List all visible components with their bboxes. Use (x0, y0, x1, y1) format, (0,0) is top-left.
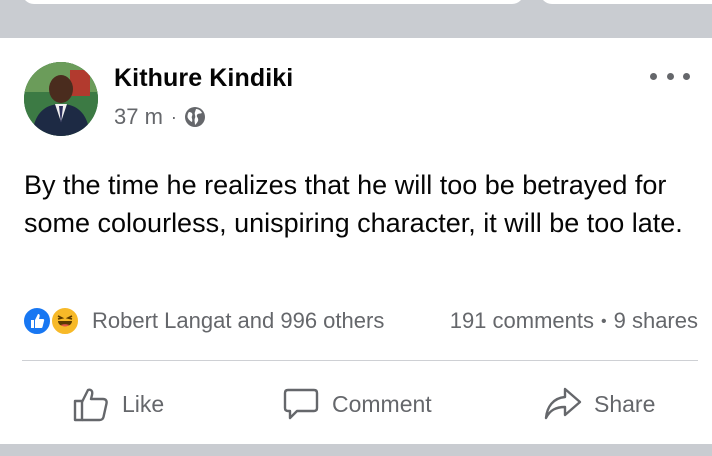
more-dot-icon (666, 72, 674, 80)
engagement-counts: 191 comments • 9 shares (450, 308, 698, 334)
engagement-bar: Robert Langat and 996 others 191 comment… (22, 302, 698, 338)
avatar[interactable] (24, 62, 98, 136)
like-reaction-icon (22, 306, 52, 336)
globe-icon[interactable] (184, 106, 206, 128)
counts-separator: • (601, 313, 607, 330)
share-label: Share (594, 390, 656, 417)
comment-label: Comment (332, 390, 432, 417)
like-label: Like (122, 390, 165, 417)
post-meta: 37 m · (114, 104, 206, 130)
author-name[interactable]: Kithure Kindiki (114, 64, 293, 93)
divider (22, 360, 698, 361)
reactors-summary[interactable]: Robert Langat and 996 others (92, 308, 384, 334)
share-arrow-icon (544, 387, 582, 420)
comments-count[interactable]: 191 comments (450, 308, 594, 333)
post-text: By the time he realizes that he will too… (24, 170, 683, 238)
more-dot-icon (650, 72, 657, 80)
comment-icon (283, 388, 319, 420)
thumbs-up-icon (73, 388, 108, 422)
feed-background-top (0, 0, 712, 38)
shares-count[interactable]: 9 shares (614, 308, 698, 333)
previous-post-card-secondary (540, 0, 712, 4)
post-timestamp[interactable]: 37 m (114, 104, 163, 130)
more-options-button[interactable] (650, 66, 690, 86)
haha-reaction-icon (50, 306, 80, 336)
more-dot-icon (683, 72, 690, 80)
like-button[interactable]: Like (72, 384, 164, 424)
feed-background-bottom (0, 444, 712, 456)
meta-separator: · (170, 106, 177, 127)
previous-post-card (22, 0, 524, 4)
avatar-image (24, 62, 98, 136)
comment-button[interactable]: Comment (282, 384, 432, 424)
post-actions: Like Comment Share (0, 362, 712, 444)
post-card: Kithure Kindiki 37 m · By the time he re… (0, 38, 712, 444)
reaction-icons[interactable] (22, 306, 84, 338)
share-button[interactable]: Share (544, 384, 655, 424)
